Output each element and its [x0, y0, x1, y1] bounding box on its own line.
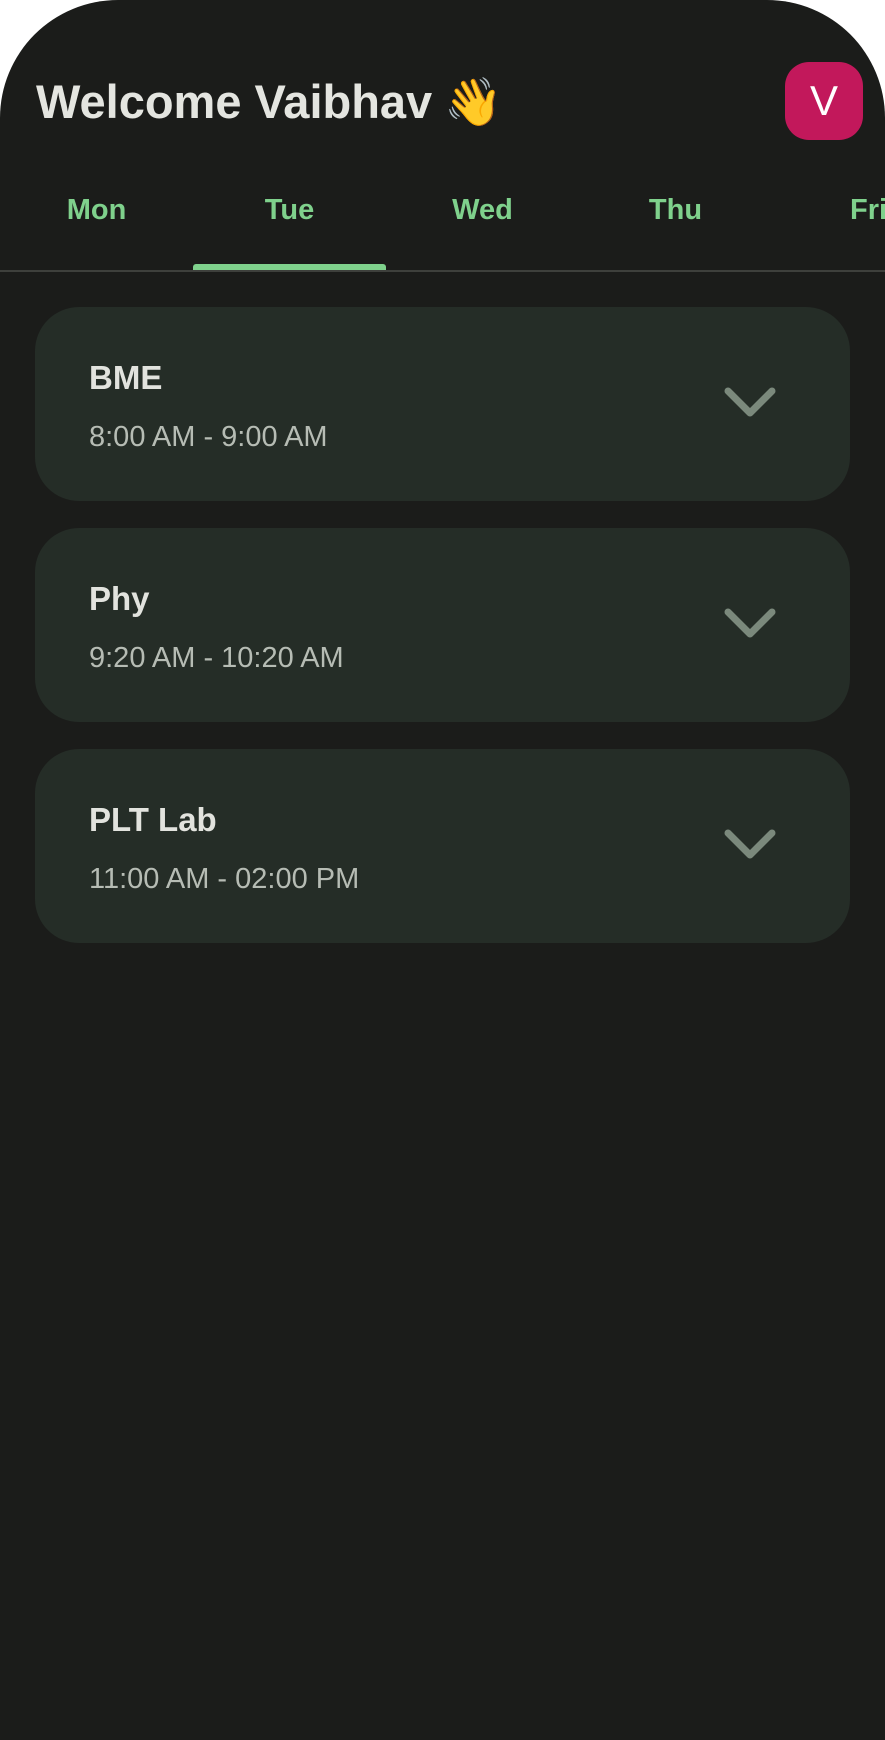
- avatar[interactable]: V: [785, 62, 863, 140]
- class-time: 8:00 AM - 9:00 AM: [89, 421, 328, 453]
- class-time: 11:00 AM - 02:00 PM: [89, 863, 360, 895]
- tab-mon[interactable]: Mon: [0, 170, 193, 270]
- tab-fri[interactable]: Fri: [800, 170, 885, 270]
- app-screen: Welcome Vaibhav 👋 V Mon Tue Wed Thu Fri B…: [0, 0, 885, 1740]
- page-title: Welcome Vaibhav 👋: [36, 74, 503, 130]
- day-tabs: Mon Tue Wed Thu Fri: [0, 170, 885, 272]
- chevron-down-icon[interactable]: [723, 606, 777, 640]
- tab-wed[interactable]: Wed: [386, 170, 579, 270]
- greeting-text: Welcome Vaibhav: [36, 75, 433, 128]
- tab-tue[interactable]: Tue: [193, 170, 386, 270]
- tab-thu[interactable]: Thu: [579, 170, 772, 270]
- class-card[interactable]: Phy 9:20 AM - 10:20 AM: [35, 528, 850, 722]
- class-card[interactable]: BME 8:00 AM - 9:00 AM: [35, 307, 850, 501]
- class-time: 9:20 AM - 10:20 AM: [89, 642, 344, 674]
- tab-label: Wed: [452, 193, 513, 226]
- class-title: Phy: [89, 580, 150, 617]
- class-title: PLT Lab: [89, 801, 217, 838]
- avatar-letter: V: [809, 77, 838, 124]
- tab-label: Thu: [648, 193, 703, 226]
- chevron-down-icon[interactable]: [723, 385, 777, 419]
- tab-label: Fri: [850, 193, 885, 226]
- class-list: BME 8:00 AM - 9:00 AM Phy 9:20 AM - 10:2…: [35, 307, 850, 970]
- class-title: BME: [89, 359, 163, 396]
- waving-hand-icon: 👋: [444, 75, 503, 128]
- class-card[interactable]: PLT Lab 11:00 AM - 02:00 PM: [35, 749, 850, 943]
- chevron-down-icon[interactable]: [723, 827, 777, 861]
- header: Welcome Vaibhav 👋: [36, 72, 885, 136]
- tab-label: Tue: [264, 193, 315, 226]
- tab-label: Mon: [66, 193, 127, 226]
